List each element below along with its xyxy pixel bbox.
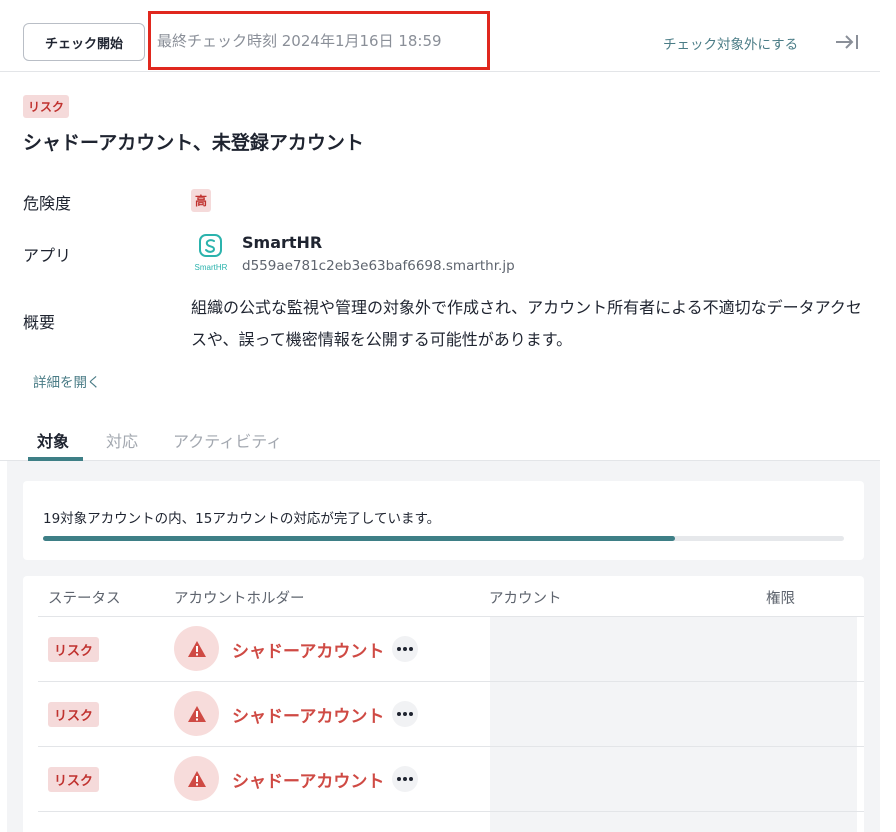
severity-label: 危険度 [23,194,72,213]
status-badge: リスク [48,637,100,662]
progress-card: 19対象アカウントの内、15アカウントの対応が完了しています。 [23,481,864,560]
table-row[interactable]: リスク シャドーアカウント [38,747,864,812]
last-check-time: 最終チェック時刻 2024年1月16日 18:59 [148,11,490,70]
app-logo-text: SmartHR [195,263,228,272]
collapse-panel-icon[interactable] [834,33,860,51]
column-header-account: アカウント [489,591,562,607]
app-name: SmartHR [242,233,323,252]
column-header-account-holder: アカウントホルダー [174,591,305,607]
tab-targets[interactable]: 対象 [37,428,69,452]
status-badge: リスク [48,702,100,727]
tab-response[interactable]: 対応 [106,428,138,452]
progress-bar [43,536,844,541]
more-options-icon[interactable] [392,636,418,662]
accounts-table: ステータス アカウントホルダー アカウント 権限 リスク シャドーアカウント リ… [23,576,864,832]
account-holder-name: シャドーアカウント [232,707,385,727]
warning-icon [174,626,219,671]
warning-icon [174,756,219,801]
table-row[interactable]: リスク シャドーアカウント [38,617,864,682]
severity-badge: 高 [191,189,212,212]
tab-bar: 対象 対応 アクティビティ [0,420,880,461]
column-header-permission: 権限 [766,591,795,607]
risk-tag: リスク [23,95,70,118]
page-title: シャドーアカウント、未登録アカウント [23,132,364,154]
tab-activity[interactable]: アクティビティ [173,428,282,452]
summary-label: 概要 [23,313,56,332]
start-check-button[interactable]: チェック開始 [23,23,145,61]
top-toolbar: チェック開始 最終チェック時刻 2024年1月16日 18:59 チェック対象外… [0,0,880,72]
more-options-icon[interactable] [392,766,418,792]
account-holder-name: シャドーアカウント [232,772,385,792]
progress-bar-fill [43,536,676,541]
smarthr-logo-icon: SmartHR [192,234,230,274]
table-row[interactable]: リスク シャドーアカウント [38,682,864,747]
account-holder-name: シャドーアカウント [232,642,385,662]
status-badge: リスク [48,767,100,792]
column-header-status: ステータス [48,591,121,607]
open-details-link[interactable]: 詳細を開く [33,371,101,391]
summary-text: 組織の公式な監視や管理の対象外で作成され、アカウント所有者による不適切なデータア… [191,298,862,349]
app-label: アプリ [23,246,72,265]
exclude-from-check-link[interactable]: チェック対象外にする [663,33,798,53]
warning-icon [174,691,219,736]
progress-text: 19対象アカウントの内、15アカウントの対応が完了しています。 [43,511,441,527]
more-options-icon[interactable] [392,701,418,727]
app-domain: d559ae781c2eb3e63baf6698.smarthr.jp [242,258,515,274]
